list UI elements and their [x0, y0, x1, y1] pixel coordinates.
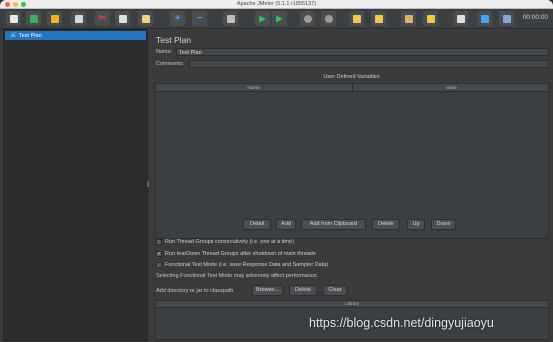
collapse-button[interactable]: −: [192, 11, 207, 26]
option-label: Run tearDown Thread Groups after shutdow…: [165, 251, 316, 257]
start-icon: ▶: [259, 13, 266, 23]
open-icon: [50, 14, 59, 23]
option-functional-test-mode[interactable]: Functional Test Mode (i.e. save Response…: [156, 262, 328, 268]
clear-icon: [352, 14, 361, 23]
copy-button[interactable]: [115, 11, 130, 26]
splitter-handle[interactable]: ‖: [146, 180, 150, 192]
collapse-icon: −: [196, 12, 203, 24]
search-button[interactable]: [401, 11, 416, 26]
name-field[interactable]: Test Plan: [176, 48, 549, 56]
elapsed-timer: 00:00:00: [522, 14, 548, 21]
toggle-button[interactable]: [223, 11, 238, 26]
reset-search-button[interactable]: [423, 11, 438, 26]
start-no-pauses-icon: ▶: [276, 13, 283, 23]
function-helper-button[interactable]: [453, 11, 468, 26]
expand-icon: +: [174, 12, 181, 24]
delete-button[interactable]: Delete: [372, 219, 400, 230]
add-from-clipboard-button[interactable]: Add from Clipboard: [301, 219, 366, 230]
watermark-text: https://blog.csdn.net/dingyujiaoyu: [309, 316, 494, 330]
option-run-teardown[interactable]: ✓ Run tearDown Thread Groups after shutd…: [156, 251, 316, 257]
start-button[interactable]: ▶: [255, 11, 270, 26]
functional-mode-note: Selecting Functional Test Mode may adver…: [156, 273, 319, 279]
comments-field[interactable]: [189, 60, 549, 68]
remote-icon: [502, 14, 511, 23]
paste-button[interactable]: [138, 11, 153, 26]
shutdown-button[interactable]: [321, 11, 336, 26]
copy-icon: [118, 14, 127, 23]
test-plan-tree: ⚔ Test Plan: [3, 29, 148, 341]
new-button[interactable]: [6, 11, 21, 26]
option-run-consecutively[interactable]: Run Thread Groups consecutively (i.e. on…: [156, 239, 294, 245]
add-button[interactable]: Add: [276, 219, 296, 230]
remote-button[interactable]: [499, 11, 514, 26]
search-icon: [404, 14, 413, 23]
classpath-clear-button[interactable]: Clear: [323, 285, 347, 296]
run-consecutively-checkbox[interactable]: [156, 239, 162, 245]
help-icon: [480, 14, 489, 23]
up-button[interactable]: Up: [407, 219, 425, 230]
option-label: Run Thread Groups consecutively (i.e. on…: [165, 239, 294, 245]
new-icon: [9, 14, 18, 23]
stop-button[interactable]: [300, 11, 315, 26]
cut-button[interactable]: ✂: [95, 11, 110, 26]
toggle-icon: [226, 14, 235, 23]
option-label: Functional Test Mode (i.e. save Response…: [165, 262, 329, 268]
page-title: Test Plan: [156, 35, 191, 45]
clear-all-icon: [374, 14, 383, 23]
help-button[interactable]: [477, 11, 492, 26]
tree-item-label: Test Plan: [19, 32, 42, 39]
stop-icon: [303, 14, 312, 23]
comments-label: Comments:: [156, 61, 185, 67]
table-header: Name: Value: [156, 84, 548, 92]
shutdown-icon: [324, 14, 333, 23]
browse-button[interactable]: Browse...: [252, 285, 283, 296]
classpath-label: Add directory or jar to classpath: [156, 288, 234, 294]
cut-icon: ✂: [98, 12, 107, 24]
paste-icon: [141, 14, 150, 23]
start-no-pauses-button[interactable]: ▶: [272, 11, 287, 26]
test-plan-icon: ⚔: [10, 32, 17, 39]
user-defined-variables-title: User Defined Variables: [323, 74, 380, 80]
reset-search-icon: [426, 14, 435, 23]
open-button[interactable]: [47, 11, 62, 26]
title-bar: Apache JMeter (5.1.1 r1855137): [0, 0, 553, 9]
column-name-header[interactable]: Name:: [156, 84, 352, 91]
down-button[interactable]: Down: [431, 219, 456, 230]
window-title: Apache JMeter (5.1.1 r1855137): [236, 1, 317, 7]
name-label: Name:: [156, 49, 173, 55]
expand-button[interactable]: +: [170, 11, 185, 26]
templates-icon: [29, 14, 38, 23]
test-plan-panel: Test Plan Name: Test Plan Comments: User…: [151, 29, 552, 341]
tree-item-test-plan[interactable]: ⚔ Test Plan: [5, 31, 146, 40]
clear-button[interactable]: [349, 11, 364, 26]
detail-button[interactable]: Detail: [243, 219, 271, 230]
user-defined-variables-table[interactable]: Name: Value: [155, 83, 549, 239]
templates-button[interactable]: [26, 11, 41, 26]
clear-all-button[interactable]: [371, 11, 386, 26]
save-icon: [74, 14, 83, 23]
functional-test-mode-checkbox[interactable]: [156, 262, 162, 268]
toolbar: ✂ + − ▶ ▶ 00:00:00: [0, 9, 553, 29]
save-button[interactable]: [71, 11, 86, 26]
column-value-header[interactable]: Value: [353, 84, 549, 91]
function-helper-icon: [456, 14, 465, 23]
jmeter-window: Apache JMeter (5.1.1 r1855137) ✂ + − ▶ ▶ 00:…: [0, 0, 553, 342]
column-library-header[interactable]: Library: [156, 301, 548, 308]
run-teardown-checkbox[interactable]: ✓: [156, 251, 162, 257]
classpath-delete-button[interactable]: Delete: [289, 285, 317, 296]
